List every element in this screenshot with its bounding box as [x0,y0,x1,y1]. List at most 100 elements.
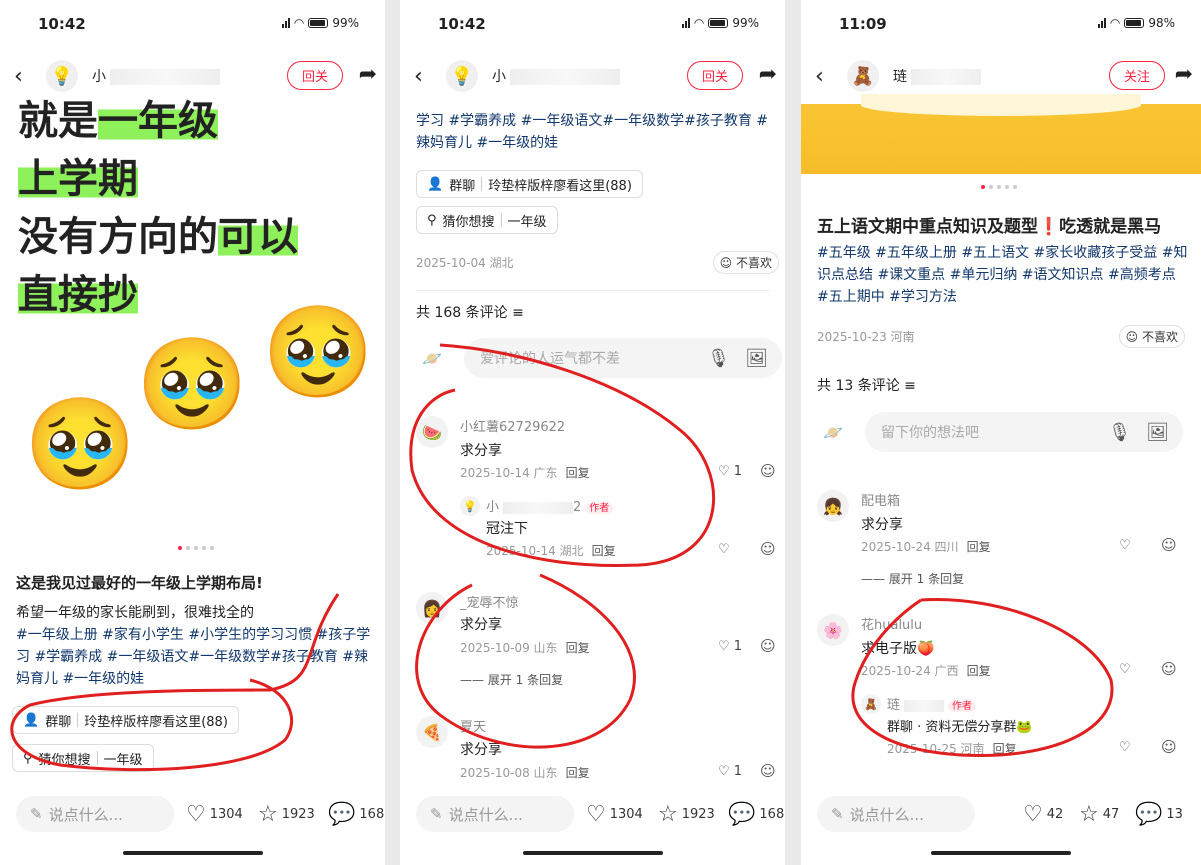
reply-button[interactable]: 回复 [566,641,590,655]
back-icon[interactable]: ‹ [14,64,23,89]
avatar[interactable]: 🧸 [847,60,879,92]
collect-button[interactable]: ☆ 47 [1079,802,1119,827]
battery-text: 99% [332,16,359,30]
reply-button[interactable]: 回复 [592,544,616,558]
like-button[interactable]: ♡ 1304 [186,802,243,827]
commenter-name[interactable]: 配电箱 [861,490,900,509]
reply-button[interactable]: 回复 [967,540,991,554]
comment-like-button[interactable]: ♡ 1 [718,639,742,654]
sort-icon[interactable]: ≡ [904,378,916,394]
post-tags[interactable]: #五年级 #五年级上册 #五上语文 #家长收藏孩子受益 #知识点总结 #课文重点… [817,242,1191,308]
comment-button[interactable]: 💬 13 [1135,802,1183,827]
share-icon[interactable]: ➦ [759,62,777,87]
comment-button[interactable]: 💬 168 [728,802,784,827]
reply-button[interactable]: 回复 [566,466,590,480]
comment-like-button[interactable]: ♡ 1 [718,464,742,479]
reply-button[interactable]: 回复 [967,664,991,678]
image-icon[interactable]: 🖼 [745,348,768,369]
dislike-button[interactable]: ☺ 不喜欢 [712,251,779,274]
commenter-avatar[interactable]: 🌸 [817,614,849,646]
share-icon[interactable]: ➦ [359,62,377,87]
guess-search-chip[interactable]: ⚲ 猜你想搜 一年级 [12,744,154,772]
sort-icon[interactable]: ≡ [512,305,524,321]
panel-1: 10:42 ◠ 99% ‹ 💡 小 回关 ➦ 就是一年级 上学期 没有方向的可以 … [0,0,385,865]
commenter-name[interactable]: 花hualulu [861,614,922,633]
reply-name[interactable]: 琏作者 [887,694,977,713]
emoji-react-icon[interactable]: ☺ [760,540,776,558]
emoji-react-icon[interactable]: ☺ [1161,536,1177,554]
post-meta: 2025-10-04 湖北 [416,256,514,270]
comment-button[interactable]: 💬 168 [328,802,384,827]
image-icon[interactable]: 🖼 [1146,422,1169,443]
avatar[interactable]: 💡 [446,60,478,92]
comment-meta: 2025-10-08 山东 回复 [460,766,590,780]
collect-button[interactable]: ☆ 1923 [658,802,715,827]
reply-text[interactable]: 群聊 · 资料无偿分享群🐸 [887,716,1033,735]
crying-praying-emoji: 🥹 [262,300,375,405]
emoji-react-icon[interactable]: ☺ [1161,738,1177,756]
commenter-avatar[interactable]: 🍕 [416,716,448,748]
back-icon[interactable]: ‹ [414,64,423,89]
emoji-react-icon[interactable]: ☺ [760,637,776,655]
share-icon[interactable]: ➦ [1175,62,1193,87]
dislike-button[interactable]: ☺ 不喜欢 [1118,325,1185,348]
commenter-name[interactable]: _宠辱不惊 [460,592,519,611]
follow-button[interactable]: 关注 [1108,61,1165,90]
commenter-name[interactable]: 夏天 [460,716,486,735]
reply-name[interactable]: 小 2 作者 [486,496,614,515]
reply-button[interactable]: 回复 [993,742,1017,756]
my-avatar: 🪐 [823,422,843,442]
top-bar: ‹ 💡 小 回关 ➦ [400,56,785,96]
mic-icon[interactable]: 🎙 [1108,422,1131,443]
pen-icon: ✎ [430,805,443,823]
comment-like-button[interactable]: ♡ [1119,538,1131,553]
reply-avatar[interactable]: 🧸 [861,694,881,714]
comment-like-button[interactable]: ♡ [1119,662,1131,677]
avatar[interactable]: 💡 [46,60,78,92]
star-icon: ☆ [258,802,278,827]
post-image[interactable] [801,94,1201,174]
emoji-react-icon[interactable]: ☺ [760,462,776,480]
comment-input[interactable]: ✎ 说点什么... [817,796,975,832]
commenter-avatar[interactable]: 🍉 [416,416,448,448]
comment-input[interactable]: 留下你的想法吧 🎙 🖼 [865,412,1183,452]
signal-icon [681,18,690,28]
guess-search-chip[interactable]: ⚲ 猜你想搜 一年级 [416,206,558,234]
comment-input[interactable]: ✎ 说点什么... [16,796,174,832]
expand-replies[interactable]: —— 展开 1 条回复 [861,570,964,587]
reply-avatar[interactable]: 💡 [460,496,480,516]
comment-like-button[interactable]: ♡ 1 [718,764,742,779]
like-button[interactable]: ♡ 42 [1023,802,1063,827]
star-icon: ☆ [658,802,678,827]
home-indicator [122,851,263,855]
status-bar: 10:42 ◠ 99% [400,0,785,50]
like-button[interactable]: ♡ 1304 [586,802,643,827]
group-icon: 👤 [427,176,444,192]
commenter-avatar[interactable]: 👩 [416,592,448,624]
back-icon[interactable]: ‹ [815,64,824,89]
commenter-avatar[interactable]: 👧 [817,490,849,522]
comment-like-button[interactable]: ♡ [1119,740,1131,755]
post-tags[interactable]: #一年级上册 #家有小学生 #小学生的学习习惯 #孩子学习 #学霸养成 #一年级… [16,624,375,690]
commenter-name[interactable]: 小红薯62729622 [460,416,565,435]
mic-icon[interactable]: 🎙 [707,348,730,369]
status-bar: 11:09 ◠ 98% [801,0,1201,50]
reply-button[interactable]: 回复 [566,766,590,780]
emoji-react-icon[interactable]: ☺ [1161,660,1177,678]
expand-replies[interactable]: —— 展开 1 条回复 [460,671,563,688]
comment-like-button[interactable]: ♡ [718,542,730,557]
author-name: 小 [492,69,506,85]
group-chat-chip[interactable]: 👤 群聊 玲垫梓版梓廖看这里(88) [12,706,239,734]
follow-button[interactable]: 回关 [286,61,343,90]
post-tags[interactable]: 学习 #学霸养成 #一年级语文#一年级数学#孩子教育 #辣妈育儿 #一年级的娃 [416,110,775,154]
group-chat-chip[interactable]: 👤 群聊 玲垫梓版梓廖看这里(88) [416,170,643,198]
follow-button[interactable]: 回关 [686,61,743,90]
poster-line: 就是一年级 [18,98,218,144]
comment-input[interactable]: ✎ 说点什么... [416,796,574,832]
comment-count: 共 168 条评论 ≡ [416,305,524,321]
collect-button[interactable]: ☆ 1923 [258,802,315,827]
author-badge: 作者 [948,701,977,712]
comment-input[interactable]: 爱评论的人运气都不差 🎙 🖼 [464,338,782,378]
emoji-react-icon[interactable]: ☺ [760,762,776,780]
comment-text: 求分享 [861,517,903,533]
